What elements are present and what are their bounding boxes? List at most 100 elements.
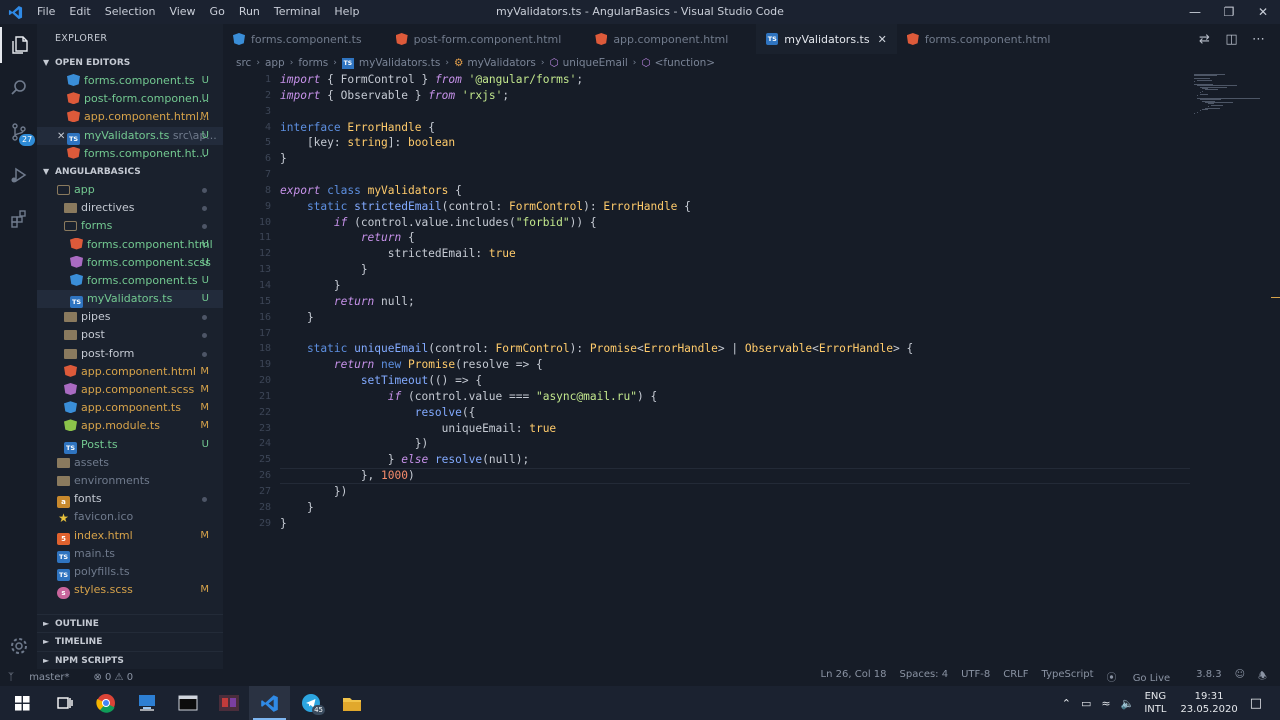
code-editor[interactable]: 1 2 3 4 5 6 7 8 9 10 11 12 13 14 15 16 1…	[223, 72, 1190, 669]
vscode-taskbar-icon[interactable]	[249, 686, 290, 720]
breadcrumb-item[interactable]: myValidators.ts	[359, 57, 440, 69]
tree-folder[interactable]: post	[37, 326, 223, 344]
tree-folder[interactable]: forms	[37, 217, 223, 235]
breadcrumb-item[interactable]: app	[265, 57, 285, 69]
chevron-up-icon[interactable]: ⌃	[1062, 697, 1071, 710]
breadcrumb-item[interactable]: <function>	[655, 57, 716, 69]
menu-run[interactable]: Run	[232, 0, 267, 24]
breadcrumb-item[interactable]: src	[236, 57, 251, 69]
search-icon[interactable]	[0, 70, 37, 106]
telegram-icon[interactable]: 45	[290, 686, 331, 720]
language-mode[interactable]: TypeScript	[1042, 669, 1094, 686]
file-explorer-icon[interactable]	[331, 686, 372, 720]
explorer-icon[interactable]	[0, 27, 37, 63]
menu-help[interactable]: Help	[327, 0, 366, 24]
cursor-position[interactable]: Ln 26, Col 18	[821, 669, 887, 686]
code-line: }	[280, 500, 314, 514]
menu-go[interactable]: Go	[203, 0, 232, 24]
menu-file[interactable]: File	[30, 0, 62, 24]
volume-icon[interactable]: 🔈	[1121, 697, 1135, 710]
project-header[interactable]: ▼ ANGULARBASICS	[37, 163, 223, 181]
notifications-icon[interactable]: 🕭	[1258, 669, 1267, 686]
tree-file[interactable]: forms.component.ts U	[37, 272, 223, 290]
network-icon[interactable]: ≈	[1101, 697, 1110, 710]
extensions-icon[interactable]	[0, 201, 37, 237]
minimize-icon[interactable]: —	[1178, 0, 1212, 24]
menu-edit[interactable]: Edit	[62, 0, 97, 24]
timeline-header[interactable]: ► TIMELINE	[37, 632, 223, 651]
open-editor-item[interactable]: forms.component.ht... U	[37, 145, 223, 163]
tree-file[interactable]: 5 index.html M	[37, 527, 223, 545]
tree-folder[interactable]: app	[37, 181, 223, 199]
split-editor-icon[interactable]: ◫	[1218, 32, 1245, 47]
tree-file[interactable]: s styles.scss M	[37, 581, 223, 600]
terminal-app-icon[interactable]	[167, 686, 208, 720]
npm-scripts-header[interactable]: ► NPM SCRIPTS	[37, 650, 223, 670]
open-editor-item-active[interactable]: ✕ TS myValidators.ts src\ap... U	[37, 126, 223, 146]
menu-terminal[interactable]: Terminal	[267, 0, 328, 24]
tab-app-component-html[interactable]: app.component.html	[571, 24, 738, 54]
maximize-icon[interactable]: ❐	[1212, 0, 1246, 24]
tab-close-icon[interactable]: ✕	[878, 33, 887, 46]
more-actions-icon[interactable]: ⋯	[1245, 32, 1272, 47]
open-changes-icon[interactable]: ⇄	[1191, 32, 1218, 47]
close-icon[interactable]: ✕	[1246, 0, 1280, 24]
feedback-icon[interactable]: ☺	[1235, 669, 1245, 686]
clock[interactable]: 19:31 23.05.2020	[1180, 690, 1237, 716]
battery-icon[interactable]: ▭	[1081, 697, 1091, 710]
tree-folder[interactable]: assets	[37, 454, 223, 472]
code-line: } else resolve(null);	[280, 453, 530, 467]
ts-version[interactable]: 3.8.3	[1196, 669, 1221, 686]
tree-file[interactable]: TS main.ts	[37, 545, 223, 563]
end-of-line[interactable]: CRLF	[1003, 669, 1028, 686]
task-view-icon[interactable]	[44, 686, 85, 720]
tree-file[interactable]: ★ favicon.ico	[37, 508, 223, 526]
tree-file[interactable]: forms.component.html U	[37, 236, 223, 254]
problems-indicator[interactable]: ⊗ 0 ⚠ 0	[93, 672, 133, 683]
breadcrumb-item[interactable]: myValidators	[467, 57, 536, 69]
angular-icon	[67, 92, 80, 105]
tab-forms-component-html[interactable]: forms.component.html	[897, 24, 1061, 54]
run-debug-icon[interactable]	[0, 157, 37, 193]
menu-selection[interactable]: Selection	[98, 0, 163, 24]
encoding[interactable]: UTF-8	[961, 669, 990, 686]
tree-file[interactable]: forms.component.scss U	[37, 254, 223, 272]
open-editor-item[interactable]: app.component.html... M	[37, 108, 223, 126]
tree-file[interactable]: app.component.html M	[37, 363, 223, 381]
tab-forms-component-ts[interactable]: forms.component.ts	[223, 24, 372, 54]
tree-folder[interactable]: pipes	[37, 308, 223, 326]
tree-file[interactable]: TS Post.ts U	[37, 436, 223, 454]
tree-folder[interactable]: a fonts	[37, 490, 223, 509]
tree-file[interactable]: app.component.scss M	[37, 381, 223, 399]
tree-folder[interactable]: environments	[37, 472, 223, 490]
open-editor-item[interactable]: post-form.componen... U	[37, 90, 223, 108]
action-center-icon[interactable]: □	[1250, 696, 1262, 711]
breadcrumb-item[interactable]: uniqueEmail	[563, 57, 628, 69]
open-editors-header[interactable]: ▼ OPEN EDITORS	[37, 54, 223, 72]
settings-gear-icon[interactable]	[0, 628, 37, 664]
go-live-button[interactable]: ⦿ Go Live	[1107, 669, 1184, 686]
tree-file[interactable]: app.module.ts M	[37, 417, 223, 435]
tree-folder[interactable]: directives	[37, 199, 223, 217]
tree-file[interactable]: app.component.ts M	[37, 399, 223, 417]
menu-view[interactable]: View	[162, 0, 202, 24]
source-control-icon[interactable]: 27	[0, 114, 37, 150]
tree-file-active[interactable]: TS myValidators.ts U	[37, 290, 223, 309]
minimap-line	[1202, 90, 1204, 92]
tree-folder[interactable]: post-form	[37, 345, 223, 363]
game-app-icon[interactable]	[208, 686, 249, 720]
tree-file[interactable]: TS polyfills.ts	[37, 563, 223, 581]
breadcrumb-item[interactable]: forms	[298, 57, 328, 69]
git-branch[interactable]: ᛉ master*	[8, 672, 81, 683]
language-indicator[interactable]: ENG INTL	[1144, 690, 1166, 716]
outline-header[interactable]: ► OUTLINE	[37, 613, 223, 633]
close-icon[interactable]: ✕	[57, 128, 67, 146]
tab-myvalidators-ts[interactable]: TS myValidators.ts ✕	[756, 24, 897, 54]
chrome-icon[interactable]	[85, 686, 126, 720]
open-editor-item[interactable]: forms.component.ts U	[37, 72, 223, 90]
tab-post-form-component-html[interactable]: post-form.component.html	[372, 24, 572, 54]
windows-start-icon[interactable]	[0, 686, 44, 720]
indentation[interactable]: Spaces: 4	[900, 669, 949, 686]
minimap[interactable]	[1190, 72, 1280, 669]
remote-desktop-icon[interactable]	[126, 686, 167, 720]
